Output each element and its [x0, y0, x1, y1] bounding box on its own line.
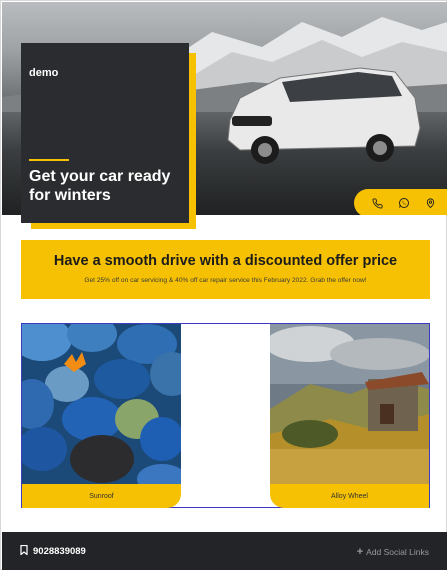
- social-links-label: Add Social Links: [366, 547, 429, 557]
- phone-number: 9028839089: [33, 546, 86, 557]
- gallery-caption: Alloy Wheel: [270, 484, 429, 508]
- footer-phone[interactable]: 9028839089: [20, 544, 86, 558]
- contact-icons-tab: [354, 189, 447, 215]
- plus-icon: +: [356, 546, 364, 558]
- page: demo Get your car ready for winters Have…: [0, 0, 447, 570]
- brand-name[interactable]: demo: [29, 67, 58, 79]
- add-social-links-button[interactable]: + Add Social Links: [357, 546, 429, 558]
- bookmark-icon: [20, 544, 28, 558]
- sunroof-image: [22, 324, 181, 484]
- alloy-wheel-image: [270, 324, 429, 484]
- phone-icon[interactable]: [369, 195, 385, 211]
- offer-title: Have a smooth drive with a discounted of…: [53, 253, 398, 269]
- offer-banner: Have a smooth drive with a discounted of…: [21, 240, 430, 299]
- hero-title: Get your car ready for winters: [29, 168, 171, 204]
- gallery-caption: Sunroof: [22, 484, 181, 508]
- offer-description: Get 25% off on car servicing & 40% off c…: [84, 277, 367, 284]
- footer: 9028839089 + Add Social Links: [2, 532, 447, 570]
- hero-card: demo Get your car ready for winters: [21, 43, 189, 223]
- whatsapp-icon[interactable]: [396, 195, 412, 211]
- gallery-item-sunroof[interactable]: Sunroof: [22, 324, 181, 508]
- gallery-item-alloy-wheel[interactable]: Alloy Wheel: [270, 324, 429, 508]
- gallery: Sunroof Alloy Wheel: [21, 323, 430, 508]
- accent-divider: [29, 159, 69, 161]
- location-pin-icon[interactable]: [423, 195, 439, 211]
- car-image: [227, 67, 421, 164]
